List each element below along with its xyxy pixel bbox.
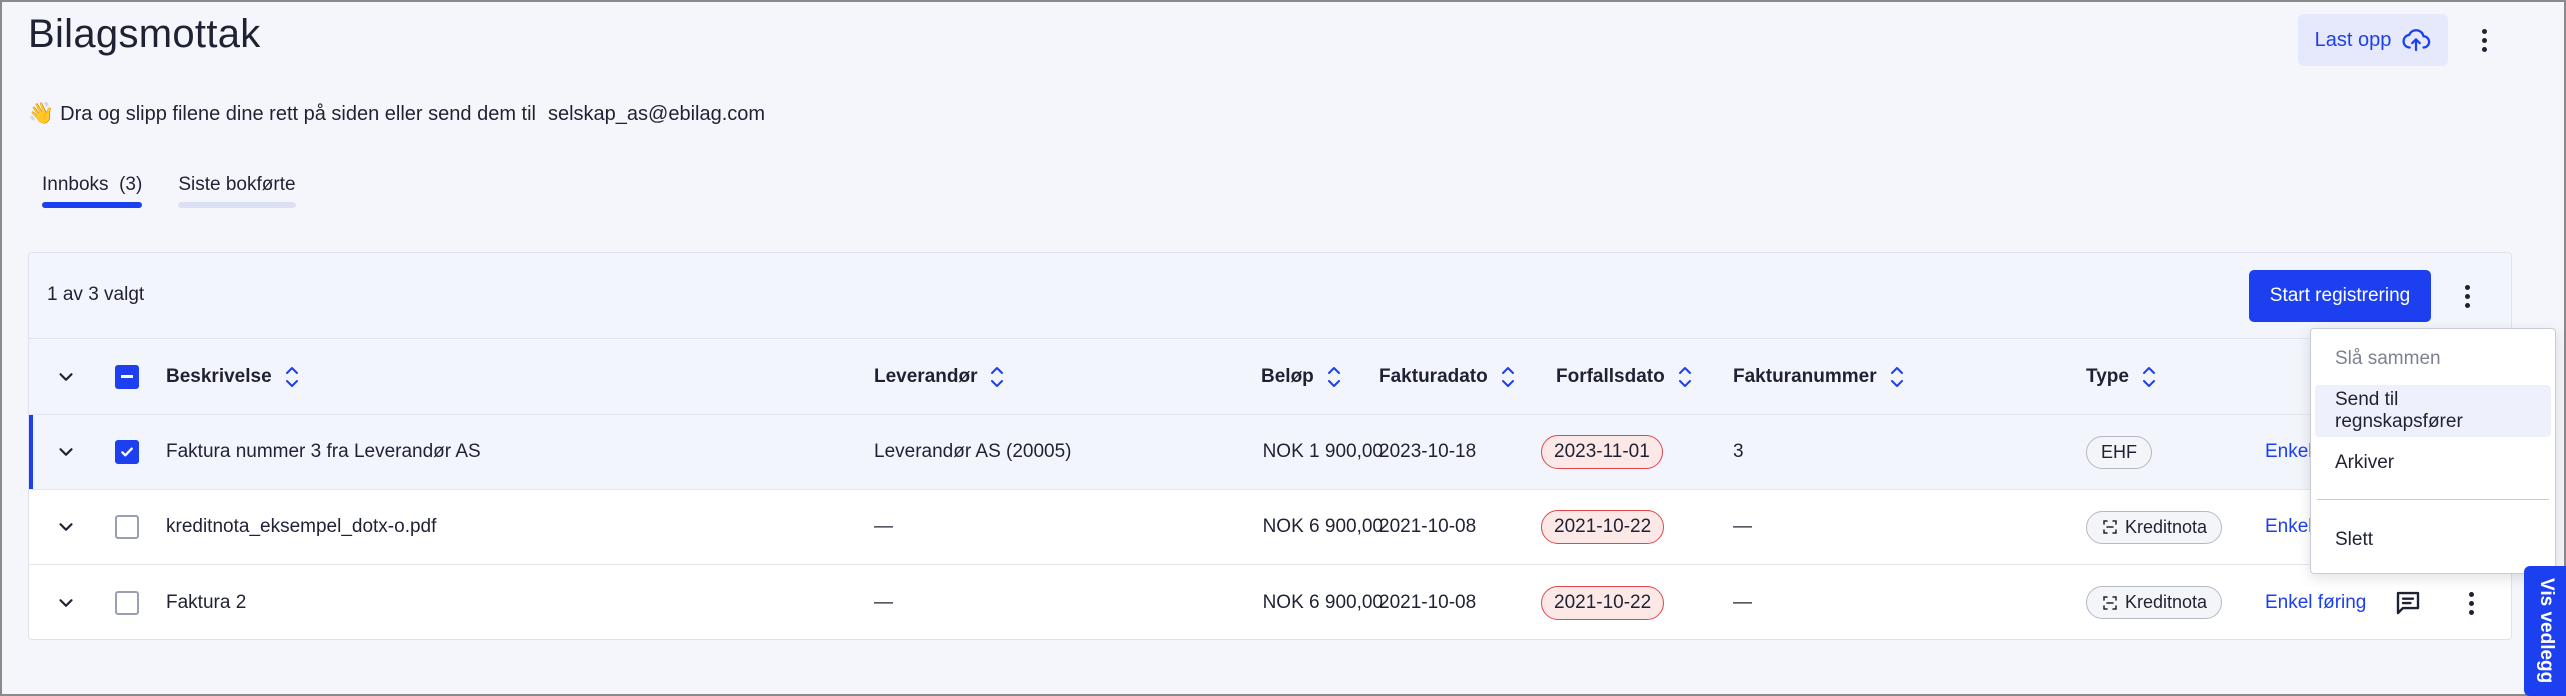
upload-button-label: Last opp xyxy=(2314,28,2392,51)
row-checkbox[interactable] xyxy=(115,515,139,539)
more-vertical-icon xyxy=(2464,283,2470,310)
sort-icon xyxy=(991,366,1004,387)
column-header-invoice-date[interactable]: Fakturadato xyxy=(1379,339,1516,414)
sort-icon xyxy=(1678,366,1691,387)
due-date-badge: 2021-10-22 xyxy=(1541,510,1665,544)
sort-icon xyxy=(1327,366,1340,387)
selected-count: 1 av 3 valgt xyxy=(47,284,145,305)
tab-siste-bokforte[interactable]: Siste bokførte xyxy=(178,174,296,208)
table-row[interactable]: Faktura 2 — NOK 6 900,00 2021-10-08 2021… xyxy=(29,565,2511,639)
sort-icon xyxy=(1501,366,1514,387)
table-header-row: Beskrivelse Leverandør Beløp Fakturadato… xyxy=(29,339,2511,415)
scan-document-icon xyxy=(2103,520,2117,534)
due-date-badge: 2023-11-01 xyxy=(1541,435,1663,469)
menu-item-send-to-accountant[interactable]: Send til regnskapsfører xyxy=(2315,385,2551,437)
select-all-checkbox[interactable] xyxy=(115,364,139,389)
column-header-due-date[interactable]: Forfallsdato xyxy=(1556,339,1693,414)
column-header-supplier-label: Leverandør xyxy=(874,365,978,387)
chevron-down-icon xyxy=(59,372,73,381)
row-supplier: Leverandør AS (20005) xyxy=(874,441,1072,462)
simple-entry-link[interactable]: Enkel xyxy=(2265,415,2313,489)
row-supplier: — xyxy=(874,516,893,537)
type-badge-label: Kreditnota xyxy=(2125,592,2208,612)
row-invoice-number: — xyxy=(1733,516,1752,537)
row-invoice-number: — xyxy=(1733,591,1752,613)
row-invoice-date: 2021-10-08 xyxy=(1379,516,1477,537)
scan-document-icon xyxy=(2103,595,2117,610)
page-more-menu-button[interactable] xyxy=(2464,20,2504,60)
bulk-actions-menu: Slå sammen Send til regnskapsfører Arkiv… xyxy=(2310,328,2556,574)
type-badge: EHF xyxy=(2086,435,2152,469)
row-description: Faktura nummer 3 fra Leverandør AS xyxy=(166,441,481,462)
row-supplier: — xyxy=(874,591,893,613)
more-vertical-icon xyxy=(2481,27,2487,54)
due-date-badge: 2021-10-22 xyxy=(1541,585,1665,620)
row-amount: NOK 6 900,00 xyxy=(1262,516,1383,537)
chevron-down-icon xyxy=(59,523,73,531)
show-attachment-label: Vis vedlegg xyxy=(2536,578,2557,684)
expand-row-button[interactable] xyxy=(55,490,77,564)
simple-entry-link[interactable]: Enkel xyxy=(2265,490,2313,564)
column-header-invoice-number[interactable]: Fakturanummer xyxy=(1733,339,1905,414)
hint-text: Dra og slipp filene dine rett på siden e… xyxy=(60,102,536,125)
menu-divider xyxy=(2317,499,2549,500)
upload-button[interactable]: Last opp xyxy=(2298,14,2448,66)
comment-icon xyxy=(2396,591,2420,614)
tab-bar: Innboks (3) Siste bokførte xyxy=(42,174,296,208)
show-attachment-tab[interactable]: Vis vedlegg xyxy=(2524,566,2566,696)
row-invoice-number: 3 xyxy=(1733,441,1744,462)
page-title: Bilagsmottak xyxy=(28,12,261,56)
column-header-supplier[interactable]: Leverandør xyxy=(874,339,1005,414)
expand-row-button[interactable] xyxy=(55,415,77,489)
chevron-down-icon xyxy=(59,448,73,456)
tab-innboks[interactable]: Innboks (3) xyxy=(42,174,143,208)
chevron-down-icon xyxy=(59,598,73,607)
upload-email: selskap_as@ebilag.com xyxy=(547,102,766,125)
type-badge-label: Kreditnota xyxy=(2125,516,2208,537)
row-checkbox[interactable] xyxy=(115,590,139,615)
sort-icon xyxy=(285,366,298,387)
menu-item-archive[interactable]: Arkiver xyxy=(2315,437,2551,489)
wave-icon: 👋 xyxy=(28,102,55,125)
column-header-invoice-date-label: Fakturadato xyxy=(1379,365,1488,387)
expand-all-button[interactable] xyxy=(55,339,77,414)
bulk-more-menu-button[interactable] xyxy=(2447,276,2487,316)
more-vertical-icon xyxy=(2468,590,2474,617)
cloud-upload-icon xyxy=(2402,29,2431,52)
sort-icon xyxy=(1890,366,1903,387)
column-header-type[interactable]: Type xyxy=(2086,339,2157,414)
comment-button[interactable] xyxy=(2393,565,2423,639)
type-badge-label: EHF xyxy=(2101,441,2137,462)
sort-icon xyxy=(2142,366,2155,387)
row-description: Faktura 2 xyxy=(166,591,247,613)
column-header-amount[interactable]: Beløp xyxy=(1261,339,1342,414)
column-header-amount-label: Beløp xyxy=(1261,365,1314,387)
column-header-description[interactable]: Beskrivelse xyxy=(166,339,300,414)
check-icon xyxy=(121,447,133,457)
column-header-description-label: Beskrivelse xyxy=(166,365,272,387)
type-badge: Kreditnota xyxy=(2086,510,2223,544)
table-row[interactable]: kreditnota_eksempel_dotx-o.pdf — NOK 6 9… xyxy=(29,490,2511,565)
expand-row-button[interactable] xyxy=(55,565,77,639)
upload-hint: 👋 Dra og slipp filene dine rett på siden… xyxy=(28,102,765,126)
row-amount: NOK 1 900,00 xyxy=(1262,441,1383,462)
row-more-menu-button[interactable] xyxy=(2451,583,2491,623)
row-description: kreditnota_eksempel_dotx-o.pdf xyxy=(166,516,437,537)
menu-item-merge: Slå sammen xyxy=(2335,348,2441,369)
inbox-table-panel: 1 av 3 valgt Start registrering Beskrive… xyxy=(28,252,2512,640)
column-header-type-label: Type xyxy=(2086,365,2129,387)
type-badge: Kreditnota xyxy=(2086,586,2223,619)
simple-entry-link[interactable]: Enkel føring xyxy=(2265,565,2366,639)
menu-item-delete[interactable]: Slett xyxy=(2315,514,2551,566)
start-registration-button[interactable]: Start registrering xyxy=(2249,270,2431,322)
row-invoice-date: 2021-10-08 xyxy=(1379,591,1477,613)
row-invoice-date: 2023-10-18 xyxy=(1379,441,1477,462)
column-header-due-date-label: Forfallsdato xyxy=(1556,365,1665,387)
row-amount: NOK 6 900,00 xyxy=(1262,591,1383,613)
column-header-invoice-number-label: Fakturanummer xyxy=(1733,365,1877,387)
row-checkbox[interactable] xyxy=(115,440,139,464)
table-row[interactable]: Faktura nummer 3 fra Leverandør AS Lever… xyxy=(29,415,2511,490)
table-toolbar: 1 av 3 valgt Start registrering xyxy=(29,253,2511,339)
